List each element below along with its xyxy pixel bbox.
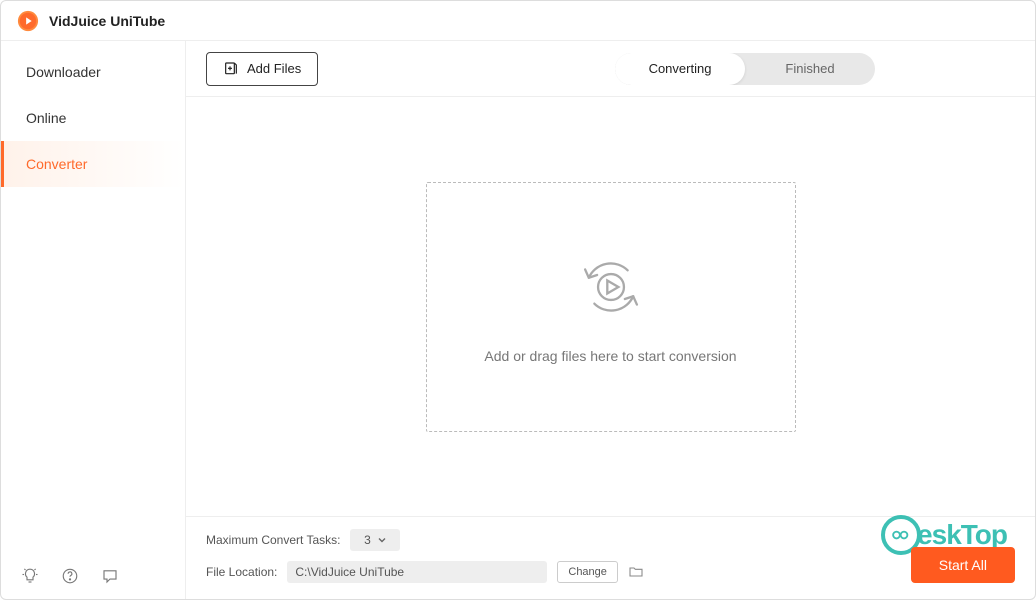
dropzone-hint: Add or drag files here to start conversi… <box>484 348 736 364</box>
chevron-down-icon <box>377 535 387 545</box>
main: Add Files Converting Finished Add or dra… <box>186 41 1035 599</box>
sidebar-footer <box>1 553 185 599</box>
content-area: Add or drag files here to start conversi… <box>186 97 1035 516</box>
nav: Downloader Online Converter <box>1 41 185 553</box>
tab-converting[interactable]: Converting <box>615 53 745 85</box>
file-location-label: File Location: <box>206 565 277 579</box>
help-icon[interactable] <box>61 567 79 585</box>
dropzone[interactable]: Add or drag files here to start conversi… <box>426 182 796 432</box>
bottom-bar: Maximum Convert Tasks: 3 File Location: … <box>186 516 1035 599</box>
titlebar: VidJuice UniTube <box>1 1 1035 41</box>
app-logo-icon <box>17 10 39 32</box>
max-tasks-value: 3 <box>364 533 371 547</box>
toolbar: Add Files Converting Finished <box>186 41 1035 97</box>
convert-play-icon <box>574 250 648 324</box>
max-tasks-select[interactable]: 3 <box>350 529 400 551</box>
add-files-label: Add Files <box>247 61 301 76</box>
add-file-icon <box>223 61 239 77</box>
lightbulb-icon[interactable] <box>21 567 39 585</box>
open-folder-icon[interactable] <box>628 564 644 580</box>
app-title: VidJuice UniTube <box>49 13 165 29</box>
start-all-button[interactable]: Start All <box>911 547 1015 583</box>
change-location-button[interactable]: Change <box>557 561 618 583</box>
feedback-icon[interactable] <box>101 567 119 585</box>
file-location-path: C:\VidJuice UniTube <box>287 561 547 583</box>
sidebar-item-converter[interactable]: Converter <box>1 141 185 187</box>
sidebar: Downloader Online Converter <box>1 41 186 599</box>
sidebar-item-online[interactable]: Online <box>1 95 185 141</box>
sidebar-item-downloader[interactable]: Downloader <box>1 49 185 95</box>
add-files-button[interactable]: Add Files <box>206 52 318 86</box>
status-tabs: Converting Finished <box>615 53 875 85</box>
max-tasks-label: Maximum Convert Tasks: <box>206 533 340 547</box>
tab-finished[interactable]: Finished <box>745 53 875 85</box>
